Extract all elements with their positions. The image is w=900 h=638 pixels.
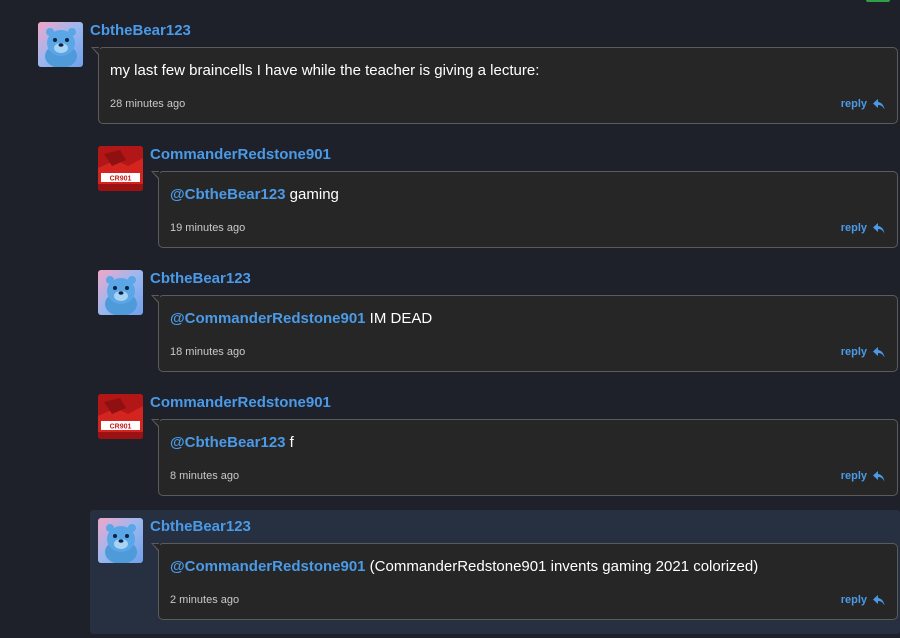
reply-button[interactable]: reply — [841, 470, 885, 482]
reply-button[interactable]: reply — [841, 594, 885, 606]
svg-text:CR901: CR901 — [110, 176, 132, 183]
bear-avatar-icon — [98, 518, 143, 563]
comment: CbtheBear123 @CommanderRedstone901 IM DE… — [0, 254, 900, 378]
reply-label: reply — [840, 222, 867, 234]
username[interactable]: CbtheBear123 — [90, 22, 191, 39]
comment-body: my last few braincells I have while the … — [110, 62, 540, 79]
reply-label: reply — [840, 98, 867, 110]
comment-body: (CommanderRedstone901 invents gaming 202… — [365, 558, 759, 575]
reply-button[interactable]: reply — [841, 222, 885, 234]
bear-avatar-icon — [38, 22, 83, 67]
reply-label: reply — [840, 594, 867, 606]
mention-link[interactable]: @CommanderRedstone901 — [170, 558, 366, 575]
avatar[interactable]: CR901 — [98, 394, 143, 439]
avatar[interactable]: CR901 — [98, 146, 143, 191]
mention-link[interactable]: @CbtheBear123 — [170, 434, 286, 451]
reply-arrow-icon — [873, 98, 885, 109]
comment-text: @CbtheBear123 gaming — [170, 186, 339, 203]
comment-bubble: my last few braincells I have while the … — [91, 47, 898, 124]
avatar[interactable] — [98, 270, 143, 315]
timestamp: 19 minutes ago — [170, 222, 246, 234]
reply-arrow-icon — [873, 594, 885, 605]
comment-text: @CommanderRedstone901 (CommanderRedstone… — [170, 558, 758, 575]
comment-text: my last few braincells I have while the … — [110, 62, 539, 79]
mention-link[interactable]: @CommanderRedstone901 — [170, 310, 366, 327]
timestamp: 28 minutes ago — [110, 98, 186, 110]
reply-arrow-icon — [873, 346, 885, 357]
username[interactable]: CommanderRedstone901 — [150, 146, 331, 163]
comment: CR901 CommanderRedstone901 @CbtheBear123… — [0, 378, 900, 502]
comment-highlighted: CbtheBear123 @CommanderRedstone901 (Comm… — [90, 510, 900, 634]
reply-button[interactable]: reply — [841, 98, 885, 110]
comment-bubble: @CommanderRedstone901 IM DEAD 18 minutes… — [151, 295, 898, 372]
reply-label: reply — [840, 346, 867, 358]
comment-body: f — [285, 434, 294, 451]
avatar[interactable] — [38, 22, 83, 67]
comment-bubble: @CbtheBear123 f 8 minutes ago reply — [151, 419, 898, 496]
redstone-avatar-icon: CR901 — [98, 146, 143, 191]
timestamp: 8 minutes ago — [170, 470, 240, 482]
comment: CR901 CommanderRedstone901 @CbtheBear123… — [0, 130, 900, 254]
comment-text: @CbtheBear123 f — [170, 434, 294, 451]
comment-text: @CommanderRedstone901 IM DEAD — [170, 310, 432, 327]
bear-avatar-icon — [98, 270, 143, 315]
svg-text:CR901: CR901 — [110, 424, 132, 431]
username[interactable]: CbtheBear123 — [150, 270, 251, 287]
avatar[interactable] — [98, 518, 143, 563]
reply-label: reply — [840, 470, 867, 482]
timestamp: 18 minutes ago — [170, 346, 246, 358]
redstone-avatar-icon: CR901 — [98, 394, 143, 439]
username[interactable]: CommanderRedstone901 — [150, 394, 331, 411]
reply-arrow-icon — [873, 222, 885, 233]
comment-body: gaming — [285, 186, 339, 203]
reply-button[interactable]: reply — [841, 346, 885, 358]
comment-body: IM DEAD — [365, 310, 433, 327]
comment: CbtheBear123 my last few braincells I ha… — [0, 0, 900, 130]
reply-arrow-icon — [873, 470, 885, 481]
mention-link[interactable]: @CbtheBear123 — [170, 186, 286, 203]
username[interactable]: CbtheBear123 — [150, 518, 251, 535]
comment-bubble: @CommanderRedstone901 (CommanderRedstone… — [151, 543, 898, 620]
timestamp: 2 minutes ago — [170, 594, 240, 606]
comment-bubble: @CbtheBear123 gaming 19 minutes ago repl… — [151, 171, 898, 248]
